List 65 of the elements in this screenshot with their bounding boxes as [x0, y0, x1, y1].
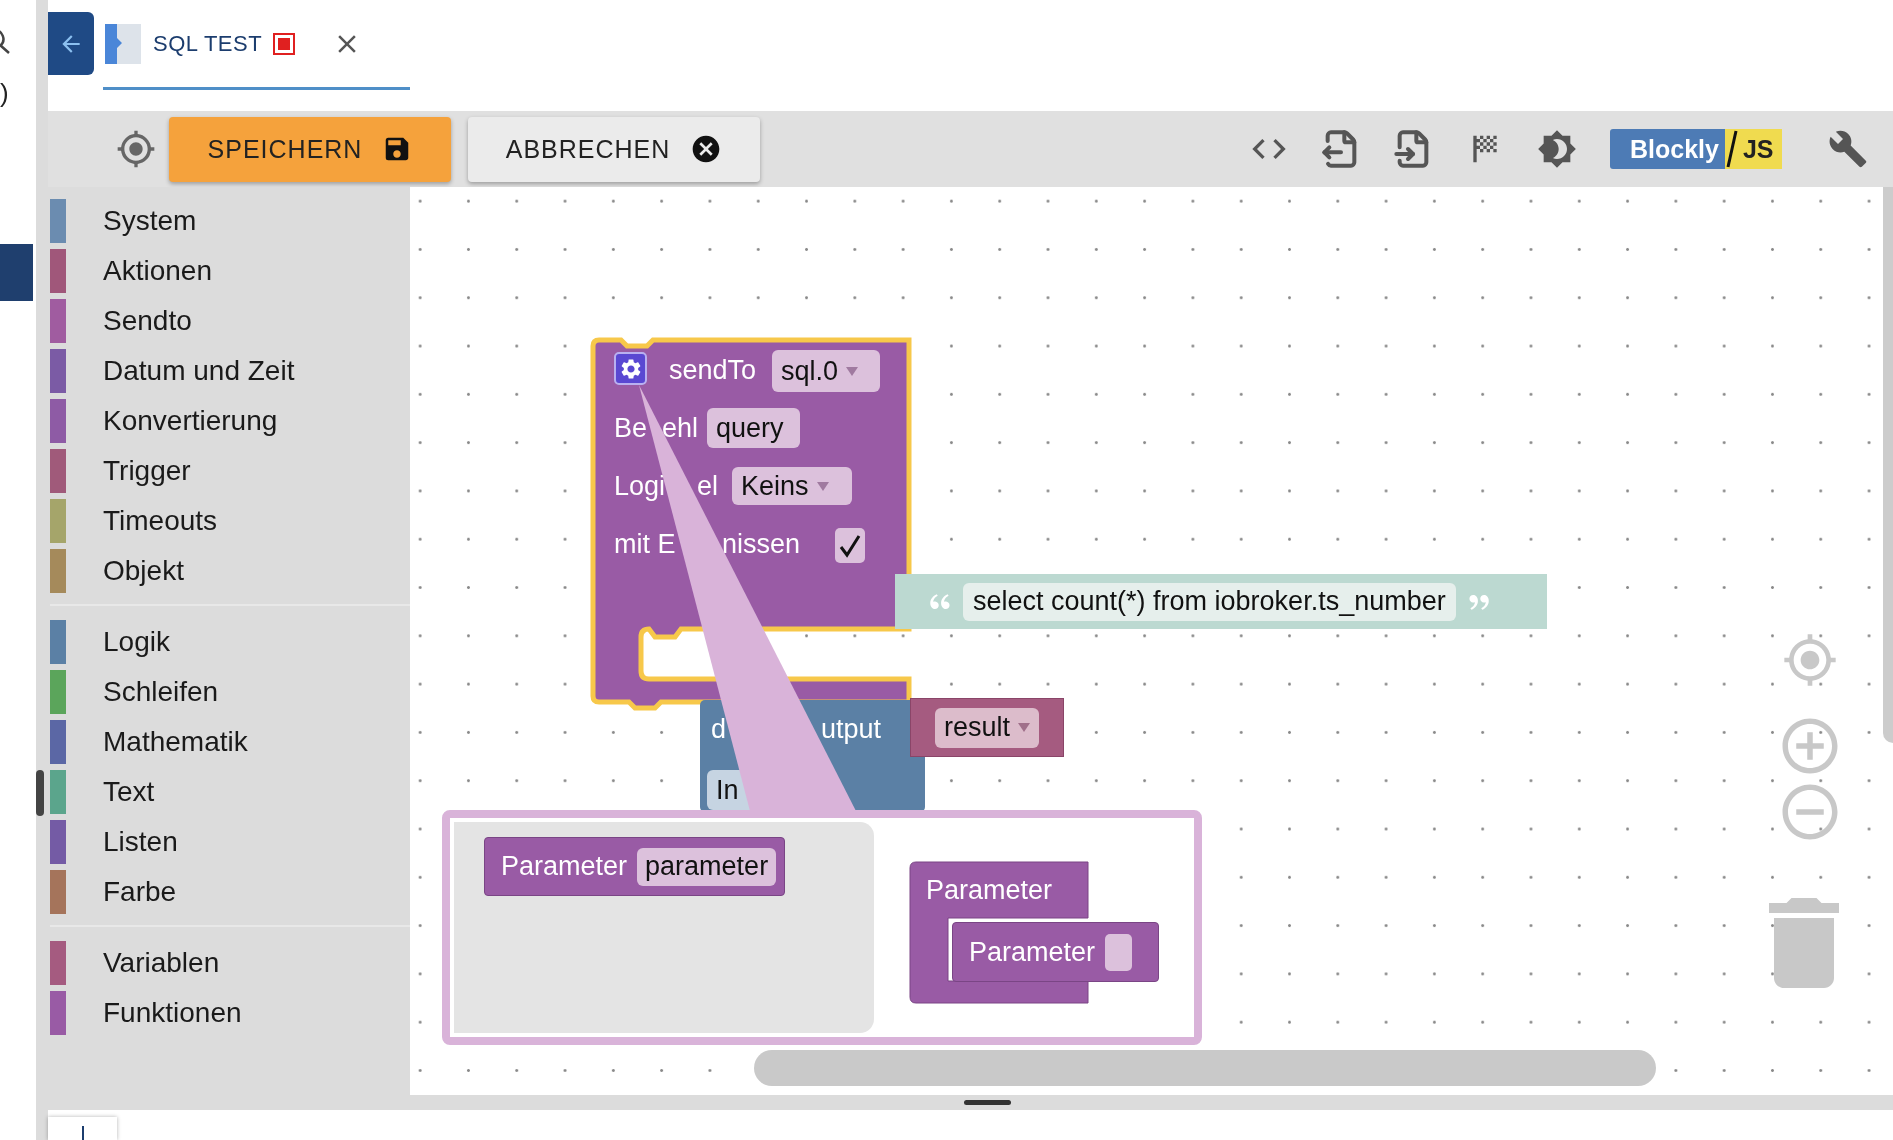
category-item[interactable]: Datum und Zeit [48, 346, 410, 396]
theme-button[interactable] [1537, 129, 1577, 169]
parameter-block[interactable]: Parameter parameter [484, 837, 786, 896]
block-label: ehl [662, 412, 699, 444]
dropdown-caret-icon [1018, 723, 1031, 732]
block-label: d [711, 713, 727, 745]
block-label: Be [614, 412, 648, 444]
block-label: mit E [614, 528, 676, 560]
category-item[interactable]: Text [48, 767, 410, 817]
text-input-field[interactable]: query [707, 408, 800, 448]
block-label: Logi [614, 470, 666, 502]
category-item[interactable]: System [48, 196, 410, 246]
cut-off-text: ) [0, 78, 10, 108]
variable-dropdown[interactable]: result [935, 707, 1040, 748]
category-item[interactable]: Konvertierung [48, 396, 410, 446]
category-item[interactable]: Logik [48, 617, 410, 667]
resize-handle[interactable] [36, 770, 44, 816]
script-icon [103, 21, 142, 66]
category-item[interactable]: Sendto [48, 296, 410, 346]
category-item[interactable]: Mathematik [48, 717, 410, 767]
text-value-field[interactable]: select count(*) from iobroker.ts_number [963, 582, 1456, 621]
category-item[interactable]: Variablen [48, 938, 410, 988]
category-item[interactable]: Funktionen [48, 988, 410, 1038]
category-item[interactable]: Trigger [48, 446, 410, 496]
empty-field[interactable] [1105, 933, 1133, 971]
text-block[interactable]: select count(*) from iobroker.ts_number [895, 574, 1547, 629]
parameter-item-block[interactable]: Parameter [952, 922, 1159, 982]
category-item[interactable]: Objekt [48, 546, 410, 596]
dropdown-caret-icon [816, 481, 829, 491]
category-item[interactable]: Timeouts [48, 496, 410, 546]
cancel-button[interactable]: ABBRECHEN [468, 116, 760, 182]
block-label: utput [821, 713, 882, 745]
blockly-label: Blockly [1610, 129, 1725, 169]
checkbox[interactable] [835, 528, 865, 563]
theme-icon [1537, 128, 1577, 170]
settings-button[interactable] [1828, 129, 1868, 169]
category-item[interactable]: Farbe [48, 867, 410, 917]
category-item[interactable]: Aktionen [48, 246, 410, 296]
settings-icon[interactable] [614, 352, 647, 385]
block-label: Parameter [926, 874, 1053, 906]
resize-handle[interactable] [964, 1100, 1011, 1105]
search-icon[interactable] [0, 28, 12, 54]
editor-tab[interactable]: SQL TEST [103, 0, 410, 90]
block-label: sendTo [669, 354, 757, 386]
variable-block[interactable]: result [910, 698, 1064, 757]
plus-icon [80, 1126, 85, 1140]
wrench-icon [1828, 129, 1868, 169]
tab-title: SQL TEST [153, 30, 263, 57]
category-item[interactable]: Schleifen [48, 667, 410, 717]
locate-button[interactable] [116, 129, 156, 169]
category-item[interactable]: Listen [48, 817, 410, 867]
dropdown-field[interactable]: sql.0 [772, 350, 880, 392]
dropdown-field[interactable]: Keins [732, 467, 852, 505]
block-label: nissen [722, 528, 801, 560]
horizontal-scrollbar[interactable] [754, 1050, 1656, 1086]
parameter-name-field[interactable]: parameter [637, 847, 777, 886]
target-icon [116, 129, 156, 169]
js-label: JS [1738, 129, 1782, 169]
check-icon [839, 533, 861, 558]
back-button[interactable] [48, 12, 94, 75]
save-button[interactable]: SPEICHERN [169, 116, 451, 182]
dropdown-caret-icon [846, 366, 859, 376]
vertical-scrollbar[interactable] [1883, 187, 1893, 743]
stop-icon [273, 32, 296, 55]
block-label: el [697, 470, 718, 502]
